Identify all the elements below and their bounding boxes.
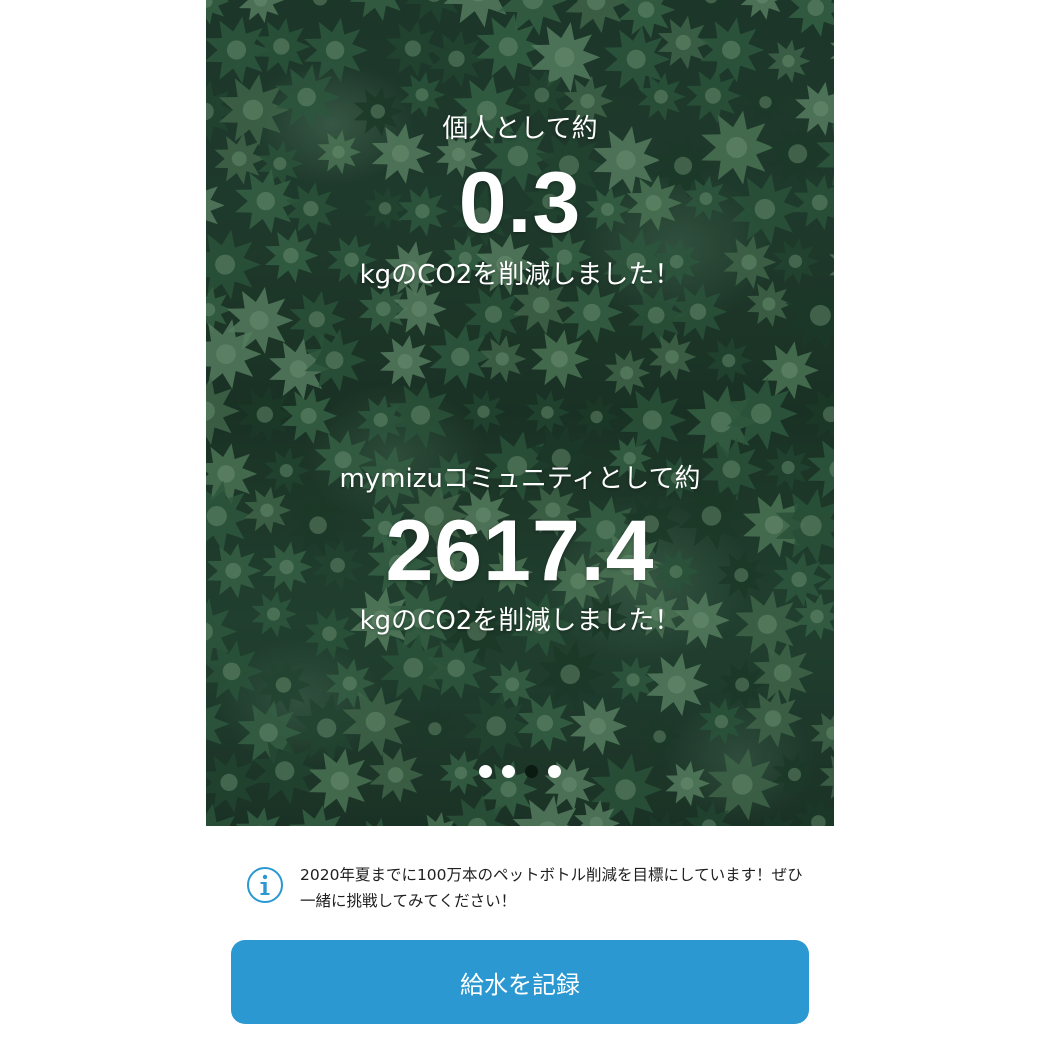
page-dot[interactable] (525, 765, 538, 778)
page-indicator (206, 765, 834, 778)
impact-screen: 個人として約 0.3 kgのCO2を削減しました！ mymizuコミュニティとし… (206, 0, 834, 1040)
personal-co2-value: 0.3 (458, 155, 582, 251)
personal-suffix-label: kgのCO2を削減しました！ (359, 260, 681, 290)
info-message: 2020年夏までに100万本のペットボトル削減を目標にしています！ぜひ一緒に挑戦… (246, 862, 806, 914)
forest-hero-image: 個人として約 0.3 kgのCO2を削減しました！ mymizuコミュニティとし… (206, 0, 834, 826)
page-dot[interactable] (479, 765, 492, 778)
community-prefix-label: mymizuコミュニティとして約 (339, 464, 701, 494)
personal-prefix-label: 個人として約 (442, 114, 598, 144)
info-text: 2020年夏までに100万本のペットボトル削減を目標にしています！ぜひ一緒に挑戦… (300, 866, 803, 910)
record-refill-button[interactable]: 給水を記録 (231, 940, 809, 1024)
community-co2-value: 2617.4 (385, 503, 655, 599)
page-dot[interactable] (548, 765, 561, 778)
info-icon (247, 867, 283, 903)
page-dot[interactable] (502, 765, 515, 778)
community-suffix-label: kgのCO2を削減しました！ (359, 606, 681, 636)
